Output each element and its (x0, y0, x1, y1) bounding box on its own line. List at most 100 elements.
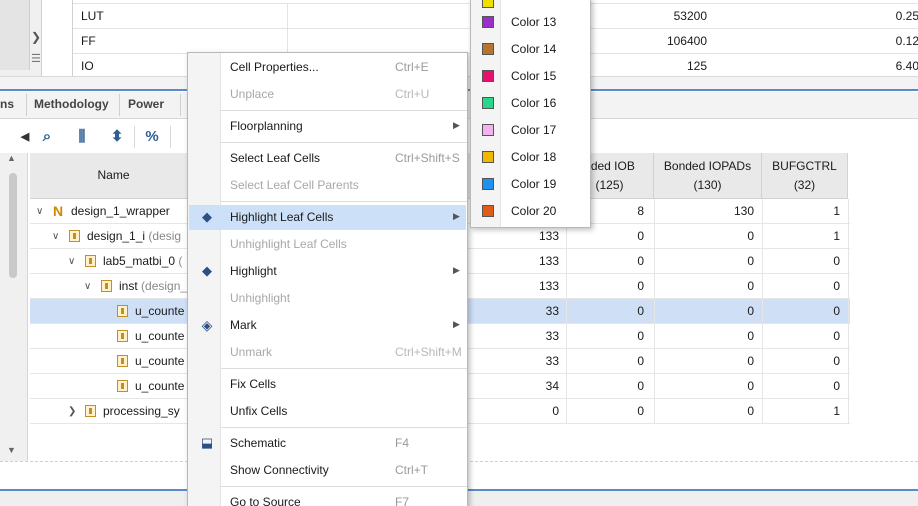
column-header-name[interactable]: Name (30, 153, 198, 199)
cell-name-text: lab5_matbi_0 (103, 254, 176, 268)
search-icon[interactable]: ⌕ (38, 128, 56, 146)
menu-item-go-to-source[interactable]: Go to Source F7 (189, 490, 466, 506)
column-divider (566, 374, 567, 398)
menu-separator (221, 486, 467, 487)
menu-item-label: Unmark (230, 345, 273, 359)
column-header-bonded-iopads[interactable]: Bonded IOPADs (130) (654, 153, 762, 199)
scroll-up-icon[interactable]: ▲ (7, 153, 16, 163)
menu-item-highlight-leaf-cells[interactable]: ◆ Highlight Leaf Cells ▶ (189, 205, 466, 230)
vertical-scrollbar[interactable]: ▲ ▼ (0, 153, 28, 461)
bonded-iob-value: 0 (637, 229, 644, 243)
bonded-iopads-value: 0 (747, 279, 754, 293)
chevron-right-icon[interactable]: ❯ (31, 30, 41, 44)
resource-name: IO (81, 59, 94, 73)
color-item-18[interactable]: Color 18 (472, 144, 589, 171)
column-divider (654, 349, 655, 373)
submenu-arrow-icon: ▶ (453, 319, 460, 329)
percent-value: 6.40 (895, 59, 918, 73)
chevron-right-icon[interactable]: ❯ (68, 406, 76, 417)
color-item-15[interactable]: Color 15 (472, 63, 589, 90)
menu-item-label: Select Leaf Cells (230, 151, 321, 165)
color-swatch (482, 16, 494, 28)
chevron-down-icon[interactable]: ∨ (84, 281, 91, 292)
cell-name: u_counte (135, 329, 184, 343)
column-divider (762, 349, 763, 373)
color-item-13[interactable]: Color 13 (472, 9, 589, 36)
column-divider (762, 224, 763, 248)
available-value: 53200 (673, 9, 707, 23)
menu-item-unplace: Unplace Ctrl+U (189, 82, 466, 107)
tab-methodology[interactable]: Methodology (34, 97, 109, 111)
menu-item-unhighlight: Unhighlight (189, 286, 466, 311)
color-item-20[interactable]: Color 20 (472, 198, 589, 225)
highlight-icon: ◆ (202, 209, 212, 224)
color-item-14[interactable]: Color 14 (472, 36, 589, 63)
tab-partial[interactable]: ns (0, 97, 14, 111)
chevron-down-icon[interactable]: ∨ (52, 231, 59, 242)
menu-item-select-leaf-cell-parents: Select Leaf Cell Parents (189, 173, 466, 198)
column-divider (762, 299, 763, 323)
utilization-value: 0 (552, 404, 559, 418)
color-label: Color 14 (511, 42, 557, 56)
menu-item-schematic[interactable]: ⬓ Schematic F4 (189, 431, 466, 456)
tab-divider (26, 94, 27, 116)
mark-icon: ◈ (201, 317, 213, 333)
column-divider (762, 324, 763, 348)
color-item-16[interactable]: Color 16 (472, 90, 589, 117)
column-divider (566, 399, 567, 423)
bufgctrl-value: 1 (833, 404, 840, 418)
column-divider (654, 324, 655, 348)
utilization-value: 33 (545, 329, 559, 343)
resource-name: FF (81, 34, 96, 48)
percent-icon[interactable]: % (143, 128, 161, 146)
utilization-value: 34 (545, 379, 559, 393)
cell-name: design_1_i (desig (87, 229, 181, 243)
toolbar-divider (170, 126, 171, 148)
expand-all-icon[interactable]: ⬍ (108, 128, 126, 146)
available-value: 125 (686, 59, 707, 73)
list-icon[interactable]: ☰ (31, 52, 41, 65)
column-divider (654, 299, 655, 323)
column-divider (762, 374, 763, 398)
menu-item-mark[interactable]: ◈ Mark ▶ (189, 313, 466, 338)
color-item-17[interactable]: Color 17 (472, 117, 589, 144)
column-header-bufgctrl[interactable]: BUFGCTRL (32) (762, 153, 848, 199)
vertical-scrollbar[interactable] (0, 0, 30, 70)
cell-name: u_counte (135, 354, 184, 368)
collapse-arrow-icon[interactable]: ◀ (16, 128, 34, 146)
menu-item-shortcut: Ctrl+Shift+M (395, 345, 462, 359)
menu-item-fix-cells[interactable]: Fix Cells (189, 372, 466, 397)
cell-name: design_1_wrapper (71, 204, 170, 218)
column-divider (848, 249, 849, 273)
menu-item-highlight[interactable]: ◆ Highlight ▶ (189, 259, 466, 284)
menu-item-show-connectivity[interactable]: Show Connectivity Ctrl+T (189, 458, 466, 483)
column-divider (848, 224, 849, 248)
collapse-all-icon[interactable]: ⫼ (73, 128, 91, 146)
utilization-value: 133 (538, 254, 559, 268)
chevron-down-icon[interactable]: ∨ (68, 256, 75, 267)
menu-item-select-leaf-cells[interactable]: Select Leaf Cells Ctrl+Shift+S (189, 146, 466, 171)
menu-item-label: Unfix Cells (230, 404, 288, 418)
column-divider (654, 399, 655, 423)
column-divider (848, 349, 849, 373)
color-swatch (482, 178, 494, 190)
menu-item-floorplanning[interactable]: Floorplanning ▶ (189, 114, 466, 139)
bonded-iob-value: 0 (637, 304, 644, 318)
column-divider (287, 4, 288, 28)
submenu-arrow-icon: ▶ (453, 120, 460, 130)
tab-power[interactable]: Power (128, 97, 164, 111)
cell-name: u_counte (135, 379, 184, 393)
hierarchy-cell-icon (117, 380, 128, 392)
percent-value: 0.25 (895, 9, 918, 23)
utilization-value: 133 (538, 279, 559, 293)
menu-item-label: Mark (230, 318, 257, 332)
color-item-19[interactable]: Color 19 (472, 171, 589, 198)
scroll-thumb[interactable] (9, 173, 17, 278)
cell-name: inst (design_ (119, 279, 187, 293)
chevron-down-icon[interactable]: ∨ (36, 206, 43, 217)
scroll-down-icon[interactable]: ▼ (7, 445, 16, 455)
menu-item-unfix-cells[interactable]: Unfix Cells (189, 399, 466, 424)
color-swatch (482, 70, 494, 82)
menu-item-label: Select Leaf Cell Parents (230, 178, 359, 192)
menu-item-cell-properties[interactable]: Cell Properties... Ctrl+E (189, 55, 466, 80)
